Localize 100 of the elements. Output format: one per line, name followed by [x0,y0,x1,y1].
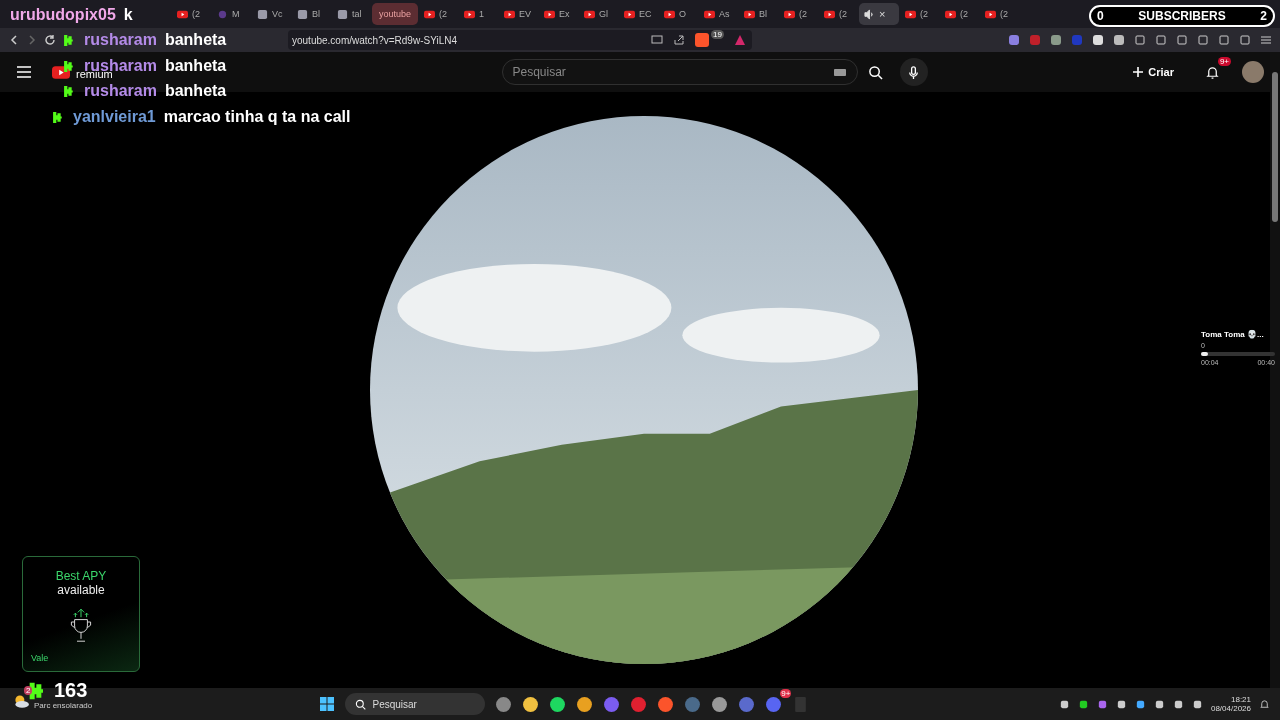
toolbar-icon[interactable] [1197,34,1209,46]
chat-username: urubudopix05 [10,6,116,24]
chat-username: yanlvieira1 [73,108,156,126]
browser-tab[interactable]: (2 [900,3,939,25]
song-title: Toma Toma 💀... [1201,330,1265,339]
search-field[interactable]: Pesquisar [501,59,858,85]
taskbar-app-icon[interactable] [657,695,675,713]
menu-icon[interactable] [16,64,32,80]
tray-icon[interactable] [1172,698,1184,710]
kick-logo-icon [52,110,65,124]
youtube-icon [504,8,515,20]
extension-icon[interactable] [1050,34,1062,46]
browser-tab[interactable]: Bl [292,3,331,25]
keyboard-icon[interactable] [833,69,846,76]
browser-tab[interactable]: (2 [779,3,818,25]
counter-label: SUBSCRIBERS [1138,9,1226,23]
avatar[interactable] [1242,61,1264,83]
browser-tab[interactable]: As [699,3,738,25]
browser-tab[interactable]: EC [619,3,658,25]
cast-icon[interactable] [651,34,664,46]
browser-tab[interactable]: (2 [419,3,458,25]
chat-message: marcao tinha q ta na call [163,108,351,126]
shield-icon[interactable] [695,33,710,47]
clock[interactable]: 18:21 08/04/2026 [1210,695,1251,713]
chat-message: banheta [164,31,227,49]
tray-icon[interactable] [1077,698,1089,710]
weather-badge: 2 [24,686,33,695]
chat-username: rusharam [84,31,157,49]
taskbar-search[interactable]: Pesquisar [345,693,486,715]
youtube-icon [424,8,435,20]
taskbar-app-icon[interactable] [576,695,594,713]
create-button[interactable]: Criar [1126,65,1180,79]
notification-badge: 9+ [1217,57,1231,66]
back-icon[interactable] [8,34,20,46]
taskbar-app-icon[interactable] [495,695,513,713]
browser-tab[interactable]: × [859,3,899,25]
kick-logo-icon [63,33,76,47]
kick-logo-icon [63,84,76,98]
tray-icon[interactable] [1153,698,1165,710]
toolbar-icon[interactable] [1134,34,1146,46]
browser-tab[interactable]: O [659,3,698,25]
browser-tab[interactable]: Vc [252,3,291,25]
youtube-icon [905,8,916,20]
toolbar-icon[interactable] [1176,34,1188,46]
youtube-icon [945,8,956,20]
share-icon[interactable] [673,34,686,46]
tray-icon[interactable] [1058,698,1070,710]
microphone-button[interactable] [899,58,928,86]
tray-icon[interactable] [1191,698,1203,710]
taskbar-app-icon[interactable] [711,695,729,713]
youtube-icon [985,8,996,20]
toolbar-icon[interactable] [1218,34,1230,46]
browser-tab[interactable]: tal [332,3,371,25]
toolbar-icon[interactable] [1239,34,1251,46]
browser-tab[interactable]: (2 [940,3,979,25]
tray-icon[interactable] [1115,698,1127,710]
reload-icon[interactable] [44,34,56,46]
forward-icon[interactable] [26,34,38,46]
browser-tab[interactable]: EV [499,3,538,25]
browser-tab[interactable]: 1 [459,3,498,25]
taskbar-app-icon[interactable] [549,695,567,713]
discord-icon[interactable] [765,695,783,713]
chat-message: k [123,6,133,24]
extension-icon[interactable] [1008,34,1020,46]
browser-tab[interactable]: youtube [372,3,418,25]
search-icon [355,699,367,710]
kick-logo-icon [63,59,76,73]
site-icon [337,8,348,20]
url-text: youtube.com/watch?v=Rd9w-SYiLN4 [292,34,457,46]
extension-icon[interactable] [1113,34,1125,46]
start-icon[interactable] [319,696,336,712]
browser-tab[interactable]: (2 [980,3,1019,25]
circle-icon [217,8,228,20]
address-bar[interactable]: youtube.com/watch?v=Rd9w-SYiLN4 19 [288,30,752,50]
sun-cloud-icon[interactable] [12,692,30,710]
site-icon [297,8,308,20]
youtube-icon [664,8,675,20]
browser-tab[interactable]: (2 [819,3,858,25]
extension-icon[interactable] [1092,34,1104,46]
browser-tab[interactable]: M [212,3,251,25]
browser-tab[interactable]: Bl [739,3,778,25]
tray-icon[interactable] [1096,698,1108,710]
taskbar-app-icon[interactable] [522,695,540,713]
ad-subtitle: available [57,583,105,597]
toolbar-icon[interactable] [1155,34,1167,46]
browser-tab[interactable]: Gl [579,3,618,25]
weather-text: Parc ensolarado [34,701,93,710]
tray-icon[interactable] [1134,698,1146,710]
browser-tab[interactable]: (2 [172,3,211,25]
notification-bell-icon[interactable] [1259,698,1270,710]
youtube-icon [824,8,835,20]
triangle-icon[interactable] [734,34,746,46]
counter-value: 0 [1097,9,1104,23]
plus-icon [1132,66,1145,78]
browser-tab[interactable]: Ex [539,3,578,25]
youtube-icon [544,8,555,20]
ad-card[interactable]: Best APY available Vale [22,556,140,672]
bell-icon[interactable] [1204,64,1220,80]
youtube-icon [704,8,715,20]
youtube-icon [784,8,795,20]
